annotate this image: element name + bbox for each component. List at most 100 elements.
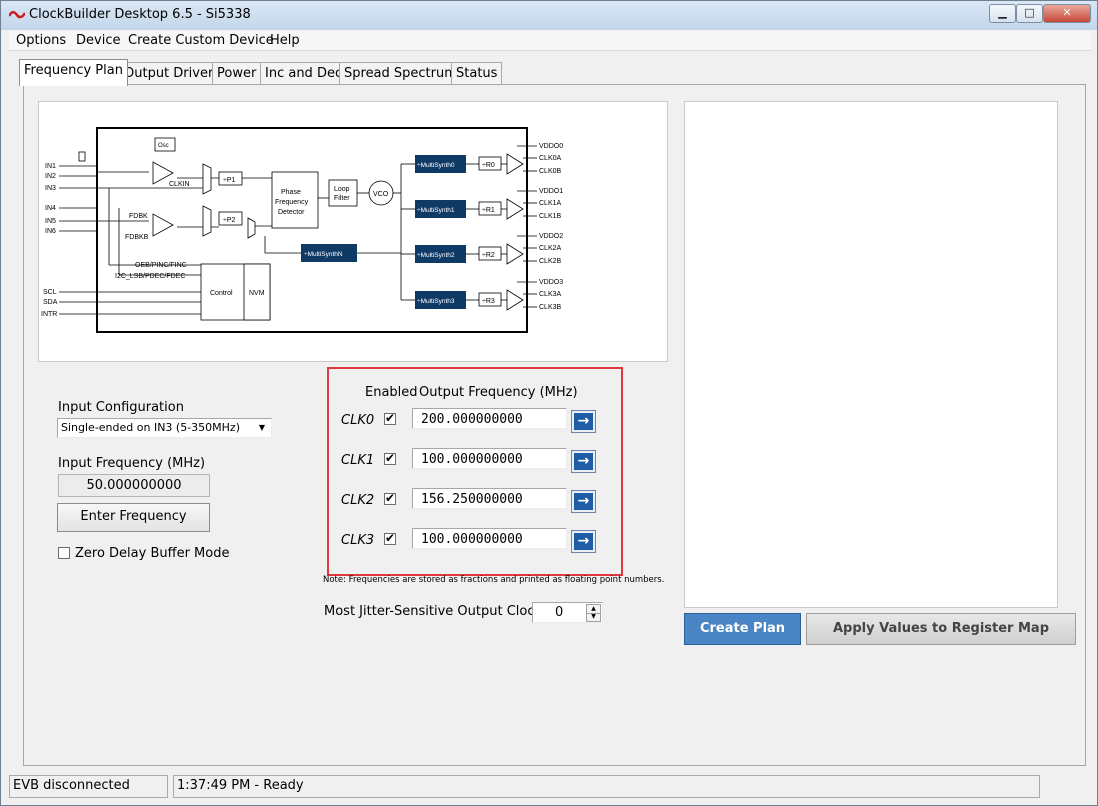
clk1-apply-button[interactable]: → [571,450,596,473]
clk0-apply-button[interactable]: → [571,410,596,433]
frequency-note: Note: Frequencies are stored as fraction… [323,575,665,585]
vddo2-label: VDDO2 [539,233,563,240]
vco-label: VCO [373,191,389,198]
clk3-enabled-checkbox[interactable]: ✔ [384,531,396,545]
tab-status[interactable]: Status [451,62,503,85]
apply-register-map-button[interactable]: Apply Values to Register Map [806,613,1076,645]
clk1b-label: CLK1B [539,213,562,220]
in3-label: IN3 [45,185,56,192]
oeb-label: OEB/PINC/FINC [135,262,187,269]
clk2-label: CLK2 [341,493,375,508]
clk2-enabled-checkbox[interactable]: ✔ [384,491,396,505]
in4-label: IN4 [45,205,56,212]
tab-spread-spectrum[interactable]: Spread Spectrum [339,62,462,85]
app-window: ClockBuilder Desktop 6.5 - Si5338 ▁ □ ✕ … [0,0,1098,806]
loop-filter-label-1: Loop [334,186,350,193]
create-plan-button[interactable]: Create Plan [684,613,801,645]
clk2-frequency-input[interactable]: 156.250000000 [412,488,567,509]
clk0-frequency-input[interactable]: 200.000000000 [412,408,567,429]
zero-delay-label: Zero Delay Buffer Mode [75,546,230,561]
menu-bar: Options Device Create Custom Device Help [9,31,1091,51]
enabled-header: Enabled [365,385,418,400]
r1-label: ÷R1 [482,207,495,214]
input-frequency-field: 50.000000000 [58,474,210,497]
vddo0-label: VDDO0 [539,143,563,150]
tab-inc-and-dec[interactable]: Inc and Dec [260,62,348,85]
check-icon: ✔ [385,531,396,545]
arrow-right-icon: → [574,453,593,470]
block-diagram: Osc ÷P1 ÷P2 Phase Frequency Detector Loo… [38,101,668,362]
output-frequency-header: Output Frequency (MHz) [419,385,578,400]
check-icon: ✔ [385,491,396,505]
multisynth1-label: ÷MultiSynth1 [417,207,455,214]
arrow-right-icon: → [574,493,593,510]
input-config-select[interactable]: Single-ended on IN3 (5-350MHz) ▼ [57,418,272,438]
check-icon: ✔ [385,411,396,425]
clk3-frequency-input[interactable]: 100.000000000 [412,528,567,549]
in1-label: IN1 [45,163,56,170]
tab-frequency-plan[interactable]: Frequency Plan [19,59,128,86]
clk0a-label: CLK0A [539,155,562,162]
intr-label: INTR [41,311,57,318]
spin-down-icon[interactable]: ▼ [586,613,601,622]
osc-label: Osc [158,143,169,149]
menu-options[interactable]: Options [16,33,66,48]
fdbk-label: FDBK [129,213,148,220]
multisynth2-label: ÷MultiSynth2 [417,252,455,259]
vddo3-label: VDDO3 [539,279,563,286]
sda-label: SDA [43,299,58,306]
arrow-right-icon: → [574,533,593,550]
tab-output-drivers[interactable]: Output Drivers [119,62,226,85]
r2-label: ÷R2 [482,252,495,259]
maximize-button[interactable]: □ [1016,4,1043,23]
vddo1-label: VDDO1 [539,188,563,195]
close-button[interactable]: ✕ [1043,4,1091,23]
title-bar: ClockBuilder Desktop 6.5 - Si5338 ▁ □ ✕ [1,1,1097,30]
arrow-right-icon: → [574,413,593,430]
p1-label: ÷P1 [223,177,236,184]
nvm-label: NVM [249,290,265,297]
fdbkb-label: FDBKB [125,234,149,241]
pfd-label-2: Frequency [275,199,309,206]
input-frequency-label: Input Frequency (MHz) [58,456,206,471]
chevron-down-icon[interactable]: ▼ [255,420,269,435]
r3-label: ÷R3 [482,298,495,305]
clk3-apply-button[interactable]: → [571,530,596,553]
plan-output-area [684,101,1058,608]
clk3b-label: CLK3B [539,304,562,311]
control-label: Control [210,290,233,297]
clk0-label: CLK0 [341,413,375,428]
menu-create-custom-device[interactable]: Create Custom Device [128,33,274,48]
clk3-label: CLK3 [341,533,375,548]
zero-delay-checkbox[interactable] [58,547,70,559]
in2-label: IN2 [45,173,56,180]
minimize-button[interactable]: ▁ [989,4,1016,23]
tab-power[interactable]: Power [212,62,262,85]
pfd-label-1: Phase [281,189,301,196]
i2c-label: I2C_LSB/PDEC/FDEC [115,273,185,280]
r0-label: ÷R0 [482,162,495,169]
input-config-label: Input Configuration [58,400,184,415]
menu-help[interactable]: Help [270,33,300,48]
clk1-label: CLK1 [341,453,375,468]
menu-device[interactable]: Device [76,33,120,48]
check-icon: ✔ [385,451,396,465]
clk0-enabled-checkbox[interactable]: ✔ [384,411,396,425]
jitter-spinbox[interactable]: 0 ▲ ▼ [532,602,603,623]
clk2a-label: CLK2A [539,245,562,252]
window-title: ClockBuilder Desktop 6.5 - Si5338 [29,7,251,22]
clk0b-label: CLK0B [539,168,562,175]
clk2b-label: CLK2B [539,258,562,265]
clk2-apply-button[interactable]: → [571,490,596,513]
in5-label: IN5 [45,218,56,225]
clk1-frequency-input[interactable]: 100.000000000 [412,448,567,469]
clk1-enabled-checkbox[interactable]: ✔ [384,451,396,465]
input-config-value: Single-ended on IN3 (5-350MHz) [61,421,241,434]
enter-frequency-button[interactable]: Enter Frequency [57,503,210,532]
pfd-label-3: Detector [278,209,305,216]
in6-label: IN6 [45,228,56,235]
multisynth3-label: ÷MultiSynth3 [417,298,455,305]
clkin-label: CLKIN [169,181,190,188]
jitter-label: Most Jitter-Sensitive Output Clock: [324,604,547,619]
scl-label: SCL [43,289,57,296]
